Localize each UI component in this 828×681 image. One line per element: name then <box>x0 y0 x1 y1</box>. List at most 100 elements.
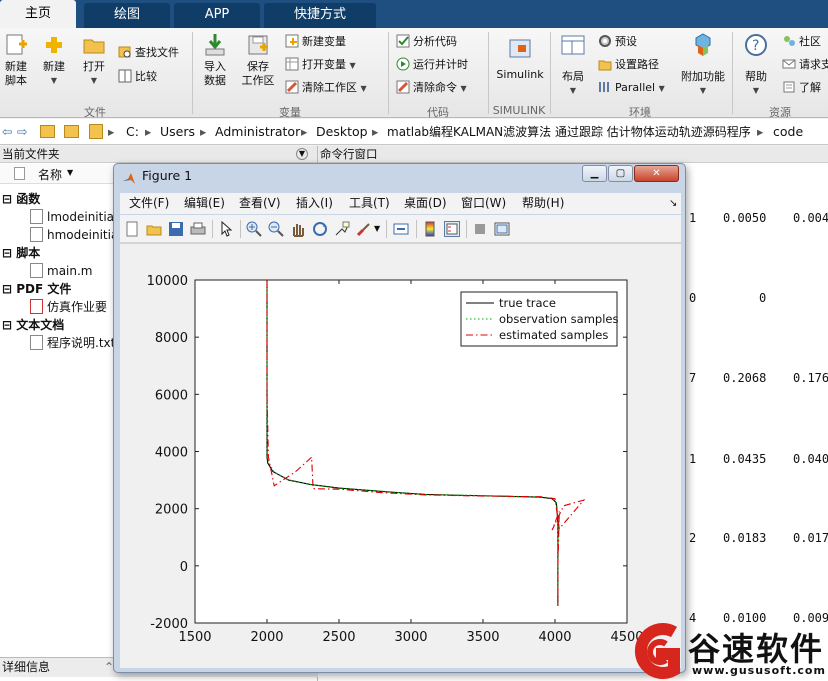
zoom-out-icon[interactable] <box>268 221 284 237</box>
browse-folder-icon[interactable] <box>64 125 79 138</box>
tree-group-pdf[interactable]: ⊟ PDF 文件 <box>2 280 71 298</box>
output-value: 0.0435 <box>723 452 767 466</box>
output-value: 0.0183 <box>723 531 767 545</box>
layout-button[interactable]: 布局 ▼ <box>556 32 590 98</box>
tab-shortcuts[interactable]: 快捷方式 <box>264 3 376 28</box>
forward-arrow-icon[interactable]: ⇨ <box>17 119 27 144</box>
plot-area[interactable]: 1500 2000 2500 3000 3500 4000 4500-20000200040… <box>120 244 681 668</box>
import-data-button[interactable]: 导入 数据 <box>198 32 232 88</box>
tab-plots[interactable]: 绘图 <box>84 3 170 28</box>
minimize-button[interactable]: ▁ <box>582 165 607 182</box>
collapse-icon[interactable]: ⊟ <box>2 246 16 260</box>
show-plot-tools-icon[interactable] <box>494 221 510 237</box>
list-item[interactable]: hmodeinitia <box>30 226 118 244</box>
collapse-icon[interactable]: ⊟ <box>2 282 16 296</box>
brush-icon[interactable] <box>356 221 372 237</box>
list-item[interactable]: lmodeinitia <box>30 208 114 226</box>
breadcrumb-item[interactable]: Administrator <box>215 119 300 144</box>
link-plot-icon[interactable] <box>393 221 409 237</box>
collapse-icon[interactable]: ⊟ <box>2 192 16 206</box>
legend-icon[interactable] <box>444 221 460 237</box>
tree-group-text[interactable]: ⊟ 文本文档 <box>2 316 64 334</box>
pointer-icon[interactable] <box>219 220 235 237</box>
breadcrumb-item[interactable]: Desktop <box>316 119 368 144</box>
zoom-in-icon[interactable] <box>246 221 262 237</box>
rotate-3d-icon[interactable] <box>312 221 328 237</box>
tab-home[interactable]: 主页 <box>0 0 76 28</box>
group-separator <box>488 32 489 114</box>
figure-canvas[interactable]: 1500 2000 2500 3000 3500 4000 4500 -2000 0 2000 40… <box>120 244 681 668</box>
menu-help[interactable]: 帮助(H) <box>522 193 564 214</box>
sort-arrow-icon: ▼ <box>67 168 74 177</box>
pan-hand-icon[interactable] <box>290 221 306 237</box>
set-path-button[interactable]: 设置路径 <box>598 56 659 74</box>
close-button[interactable]: ✕ <box>634 165 679 182</box>
simulink-button[interactable]: Simulink <box>494 36 546 82</box>
run-and-time-button[interactable]: 运行并计时 <box>396 56 468 74</box>
compare-button[interactable]: 比较 <box>118 68 157 86</box>
colorbar-icon[interactable] <box>422 221 438 237</box>
clear-commands-icon <box>396 80 410 94</box>
new-figure-icon[interactable] <box>124 221 140 237</box>
menu-view[interactable]: 查看(V) <box>239 193 281 214</box>
open-file-icon[interactable] <box>146 221 162 237</box>
menu-window[interactable]: 窗口(W) <box>461 193 506 214</box>
learn-button[interactable]: 了解 <box>782 79 821 97</box>
menu-desktop[interactable]: 桌面(D) <box>404 193 447 214</box>
new-variable-button[interactable]: 新建变量 <box>285 33 346 51</box>
community-button[interactable]: 社区 <box>782 33 821 51</box>
save-icon[interactable] <box>168 221 184 237</box>
open-variable-button[interactable]: 打开变量 ▼ <box>285 56 356 74</box>
up-folder-icon[interactable] <box>40 125 55 138</box>
list-item[interactable]: main.m <box>30 262 93 280</box>
folder-open-icon <box>81 32 107 58</box>
chevron-down-icon[interactable]: ▼ <box>374 221 390 237</box>
hide-plot-tools-icon[interactable] <box>472 221 488 237</box>
tree-group-scripts[interactable]: ⊟ 脚本 <box>2 244 40 262</box>
print-icon[interactable] <box>190 221 206 237</box>
list-item[interactable]: 仿真作业要 <box>30 298 107 316</box>
clear-commands-button[interactable]: 清除命令 ▼ <box>396 79 467 97</box>
addons-button[interactable]: 附加功能 ▼ <box>680 32 726 98</box>
data-cursor-icon[interactable] <box>334 221 350 237</box>
save-workspace-button[interactable]: 保存 工作区 <box>238 32 278 88</box>
group-separator <box>388 32 389 114</box>
collapse-icon[interactable]: ⊟ <box>2 318 16 332</box>
find-files-button[interactable]: 查找文件 <box>118 44 179 62</box>
analyze-code-button[interactable]: 分析代码 <box>396 33 457 51</box>
preferences-button[interactable]: 预设 <box>598 33 637 51</box>
breadcrumb-item[interactable]: C: <box>126 119 139 144</box>
panel-menu-icon[interactable]: ▼ <box>296 148 308 160</box>
tab-apps[interactable]: APP <box>174 3 260 28</box>
help-button[interactable]: ? 帮助 ▼ <box>738 32 774 98</box>
clear-workspace-button[interactable]: 清除工作区 ▼ <box>285 79 367 97</box>
layout-icon <box>560 32 586 58</box>
new-script-button[interactable]: 新建 脚本 <box>2 32 30 88</box>
run-and-time-icon <box>396 57 410 71</box>
new-button[interactable]: 新建 ▼ <box>38 32 70 88</box>
figure-window[interactable]: Figure 1 ▁ ▢ ✕ 文件(F) 编辑(E) 查看(V) 插入(I) 工… <box>113 163 686 673</box>
output-value: 0.004 <box>793 211 828 225</box>
file-icon <box>14 167 25 180</box>
menu-file[interactable]: 文件(F) <box>129 193 169 214</box>
breadcrumb-separator: ▸ <box>200 124 207 139</box>
breadcrumb-item[interactable]: code <box>773 119 803 144</box>
dock-arrow-icon[interactable]: ↘ <box>669 193 677 214</box>
chevron-down-icon: ▼ <box>658 84 665 93</box>
breadcrumb-separator: ▸ <box>757 124 764 139</box>
request-support-button[interactable]: 请求支 <box>782 56 828 74</box>
breadcrumb-item[interactable]: Users <box>160 119 195 144</box>
breadcrumb-item[interactable]: matlab编程KALMAN滤波算法 通过跟踪 估计物体运动轨迹源码程序 <box>387 119 751 144</box>
list-item[interactable]: 程序说明.txt <box>30 334 115 352</box>
y-tick-label: 2000 <box>155 503 188 518</box>
menu-edit[interactable]: 编辑(E) <box>184 193 225 214</box>
group-separator <box>732 32 733 114</box>
back-arrow-icon[interactable]: ⇦ <box>2 119 12 144</box>
menu-tools[interactable]: 工具(T) <box>349 193 390 214</box>
tree-group-functions[interactable]: ⊟ 函数 <box>2 190 40 208</box>
menu-insert[interactable]: 插入(I) <box>296 193 333 214</box>
maximize-button[interactable]: ▢ <box>608 165 633 182</box>
parallel-button[interactable]: Parallel ▼ <box>598 79 665 97</box>
open-button[interactable]: 打开 ▼ <box>78 32 110 88</box>
group-separator <box>192 32 193 114</box>
